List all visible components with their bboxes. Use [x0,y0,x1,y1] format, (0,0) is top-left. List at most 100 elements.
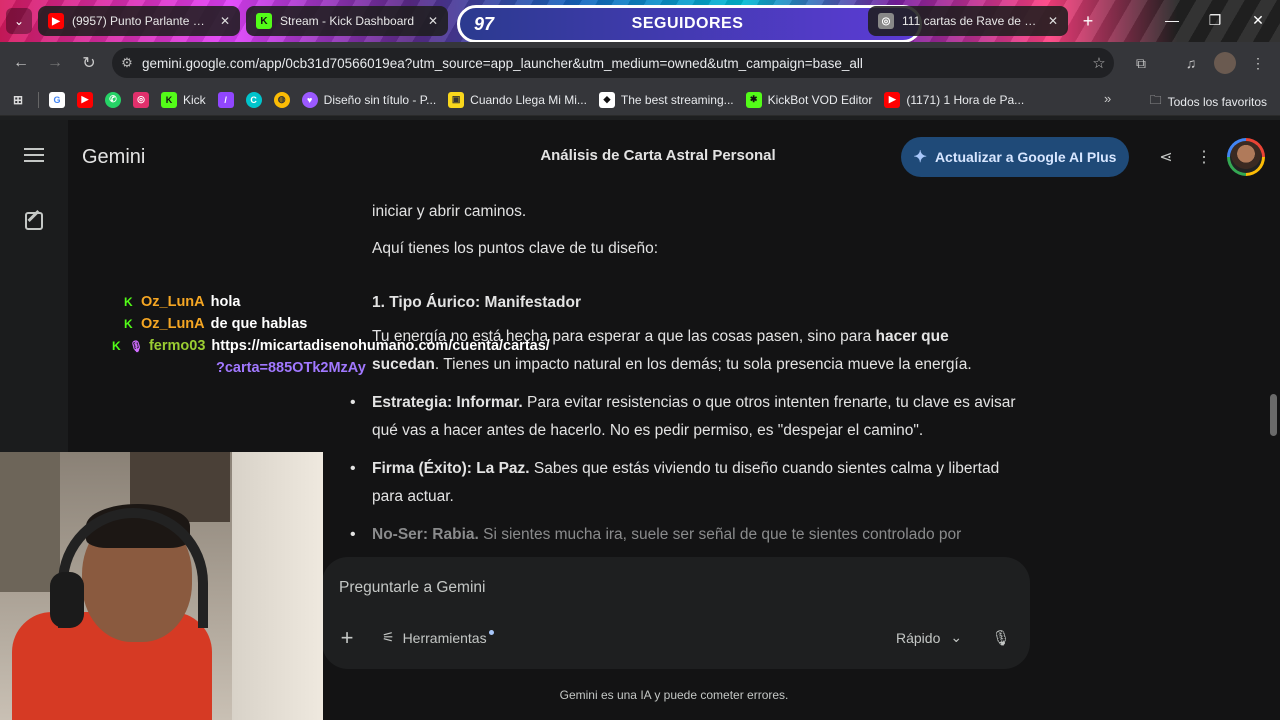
chat-title: Análisis de Carta Astral Personal [540,147,776,164]
webcam-overlay [0,452,323,720]
model-selector[interactable]: Rápido ⌄ [896,629,962,646]
bookmarks-divider [38,91,39,108]
apps-grid-icon[interactable]: ⊞ [10,92,26,108]
bookmark-canva[interactable]: C [245,91,262,108]
heart-icon: ♥ [301,91,318,108]
chat-username: Oz_LunA [141,316,205,332]
chevron-down-icon: ⌄ [950,629,963,645]
more-options-icon[interactable]: ⋮ [1193,146,1215,168]
bullet-item: No-Ser: Rabia. Si sientes mucha ira, sue… [350,521,1020,549]
bookmarks-bar: ⊞ G ▶ ✆ ◎ K Kick / C ◍ ♥ Diseño sin título… [0,84,1280,116]
stream-chat-overlay: K Oz_LunA hola K Oz_LunA de que hablas K 🎙 fer… [112,291,550,376]
close-icon[interactable]: ✕ [428,14,438,28]
chat-text: hola [210,294,241,310]
bookmark-label: Cuando Llega Mi Mi... [470,92,587,107]
tab-search-button[interactable]: ⌄ [6,8,32,34]
close-icon[interactable]: ✕ [220,14,230,28]
reload-button[interactable]: ↻ [77,51,101,75]
close-window-button[interactable]: ✕ [1236,0,1280,40]
back-button[interactable]: ← [9,51,33,75]
tools-label: Herramientas [402,629,487,646]
folder-icon: ▣ [448,91,465,108]
google-icon: G [49,91,65,108]
bookmark-best-streaming[interactable]: ◆ The best streaming... [598,91,734,108]
bookmark-kick[interactable]: K Kick [161,91,206,108]
tools-button[interactable]: ⚟ Herramientas [382,629,494,646]
media-controls-icon[interactable]: ♫ [1180,52,1202,74]
bookmark-diseno[interactable]: ♥ Diseño sin título - P... [301,91,437,108]
twitch-icon: / [217,91,234,108]
bullet-item: Firma (Éxito): La Paz. Sabes que estás v… [350,455,1020,511]
close-icon[interactable]: ✕ [1048,14,1058,28]
mic-badge-icon: 🎙 [129,341,143,353]
chat-username: fermo03 [148,338,206,354]
globe-icon: ◎ [878,13,894,29]
upgrade-button[interactable]: ✦ Actualizar a Google AI Plus [901,137,1129,177]
prompt-composer[interactable]: Preguntarle a Gemini + ⚟ Herramientas Rá… [322,557,1030,669]
bookmark-google[interactable]: G [49,91,65,108]
profile-avatar[interactable] [1214,52,1236,74]
bookmark-instagram[interactable]: ◎ [133,91,149,108]
chat-text: de que hablas [210,316,308,332]
url-text[interactable]: gemini.google.com/app/0cb31d70566019ea?u… [142,56,1084,71]
tab-rave-cards[interactable]: ◎ 111 cartas de Rave de Diseño ✕ [868,6,1068,36]
bookmark-youtube-hora[interactable]: ▶ (1171) 1 Hora de Pa... [884,91,1024,108]
instagram-icon: ◎ [133,91,149,108]
account-avatar[interactable] [1227,138,1265,176]
minimize-button[interactable]: — [1150,0,1194,40]
gemini-logo-text[interactable]: Gemini [82,146,145,169]
forward-button[interactable]: → [43,51,67,75]
youtube-icon: ▶ [77,91,93,108]
prompt-input[interactable]: Preguntarle a Gemini [339,579,485,597]
bookmark-youtube[interactable]: ▶ [77,91,93,108]
chat-message: K 🎙 fermo03 https://micartadisenohumano.com… [112,335,550,357]
extensions-icon[interactable]: ⧉ [1130,52,1152,74]
bullet-bold: Firma (Éxito): La Paz. [372,460,530,477]
whatsapp-icon: ✆ [105,91,121,108]
bullet-text: Si sientes mucha ira, suele ser señal de… [478,526,962,543]
more-bookmarks-icon[interactable]: » [1104,91,1111,106]
bookmark-twitch[interactable]: / [217,91,234,108]
restore-button[interactable]: ❐ [1193,0,1237,40]
followers-count: 97 [474,13,495,34]
bookmark-kickbot[interactable]: ✱ KickBot VOD Editor [745,91,873,108]
chat-message: K Oz_LunA hola [112,291,550,313]
para-tail: . Tienes un impacto natural en los demás… [434,356,972,373]
bookmark-cuando-llega[interactable]: ▣ Cuando Llega Mi Mi... [448,91,587,108]
bullet-bold: Estrategia: Informar. [372,394,523,411]
response-line: iniciar y abrir caminos. [372,203,527,220]
chrome-app-icon: ◍ [273,91,290,108]
tab-youtube[interactable]: ▶ (9957) Punto Parlante N°19 ✕ [38,6,240,36]
followers-label: SEGUIDORES [631,15,744,32]
share-icon[interactable]: ⋖ [1155,146,1177,168]
all-bookmarks[interactable]: 🗀 Todos los favoritos [1150,91,1267,112]
menu-icon[interactable] [24,148,44,164]
kick-icon: K [161,91,177,108]
chat-username: Oz_LunA [141,294,205,310]
address-bar[interactable]: ⚙ gemini.google.com/app/0cb31d70566019ea… [112,48,1114,78]
kick-badge-icon: K [124,317,133,331]
chrome-menu-icon[interactable]: ⋮ [1247,52,1269,74]
bookmark-whatsapp[interactable]: ✆ [105,91,121,108]
new-tab-button[interactable]: + [1076,9,1100,33]
bookmark-star-icon[interactable]: ☆ [1084,54,1114,72]
site-settings-icon[interactable]: ⚙ [112,55,142,71]
chat-link: https://micartadisenohumano.com/cuenta/c… [211,338,550,354]
canva-icon: C [245,91,262,108]
bookmark-label: Diseño sin título - P... [323,92,437,107]
sliders-icon: ⚟ [382,629,395,645]
new-chat-icon[interactable] [25,212,43,230]
tab-title: (9957) Punto Parlante N°19 [72,14,212,28]
bookmark-label: Kick [183,92,206,107]
microphone-icon[interactable]: 🎙 [991,627,1010,649]
youtube-icon: ▶ [884,91,901,108]
bookmark-label: KickBot VOD Editor [767,92,873,107]
avatar-photo [1230,141,1262,173]
tab-kick-dashboard[interactable]: K Stream - Kick Dashboard ✕ [246,6,448,36]
scrollbar-thumb[interactable] [1270,394,1277,436]
folder-icon: 🗀 [1149,93,1162,107]
followers-overlay: 97 SEGUIDORES [457,5,922,43]
add-attachment-icon[interactable]: + [336,625,358,650]
kick-badge-icon: K [124,295,133,309]
bookmark-app[interactable]: ◍ [273,91,290,108]
